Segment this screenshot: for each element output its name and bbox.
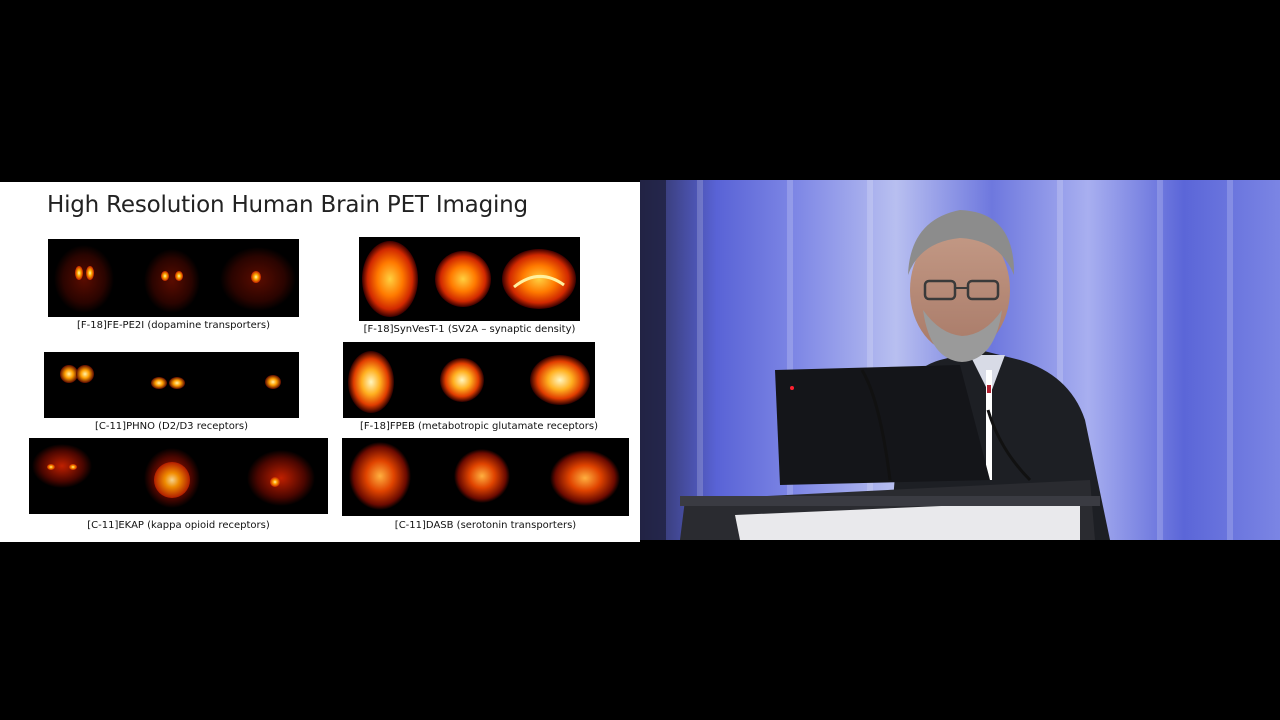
pet-scan-image (29, 438, 328, 514)
presentation-slide: High Resolution Human Brain PET Imaging … (0, 182, 640, 542)
image-caption: [F-18]FPEB (metabotropic glutamate recep… (359, 421, 598, 432)
slide-title: High Resolution Human Brain PET Imaging (47, 192, 528, 218)
pet-scan-image (342, 438, 629, 516)
image-caption: [C-11]EKAP (kappa opioid receptors) (87, 520, 270, 531)
image-caption: [C-11]PHNO (D2/D3 receptors) (94, 421, 249, 432)
pet-scan-image (359, 237, 580, 321)
video-frame: High Resolution Human Brain PET Imaging … (0, 0, 1280, 720)
image-caption: [F-18]FE-PE2I (dopamine transporters) (76, 320, 271, 331)
pet-scan-image (44, 352, 299, 418)
pet-scan-image (48, 239, 299, 317)
speaker-camera-view (640, 180, 1280, 540)
image-caption: [F-18]SynVesT-1 (SV2A – synaptic density… (363, 324, 576, 335)
image-caption: [C-11]DASB (serotonin transporters) (394, 520, 577, 531)
pet-scan-image (343, 342, 595, 418)
